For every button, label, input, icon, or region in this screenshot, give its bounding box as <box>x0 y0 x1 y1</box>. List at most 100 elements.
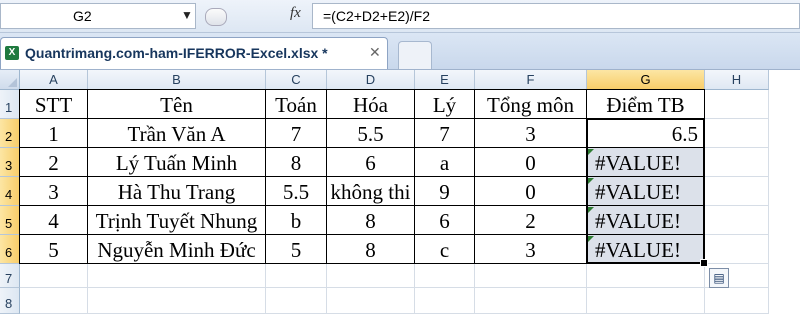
close-icon[interactable]: ✕ <box>369 44 381 61</box>
cell-h8[interactable] <box>705 288 769 314</box>
table-cell[interactable]: 8 <box>327 206 415 235</box>
row-header-7[interactable]: 7 <box>0 264 20 288</box>
column-header-d[interactable]: D <box>327 70 415 90</box>
table-cell[interactable]: Trần Văn A <box>88 119 266 148</box>
excel-file-icon: X <box>5 46 19 60</box>
table-cell[interactable]: 5 <box>266 235 327 264</box>
diem-tb-cell[interactable]: 6.5 <box>587 119 705 148</box>
formula-bar-splitter[interactable] <box>205 8 227 26</box>
table-cell[interactable]: 0 <box>475 177 587 206</box>
row-header-8[interactable]: 8 <box>0 288 20 314</box>
table-cell[interactable]: 2 <box>20 148 88 177</box>
cell-d8[interactable] <box>327 288 415 314</box>
cell-g7[interactable] <box>587 264 705 288</box>
cell-e7[interactable] <box>415 264 475 288</box>
diem-tb-cell[interactable]: #VALUE! <box>587 206 705 235</box>
cell-h2[interactable] <box>705 119 769 148</box>
table-cell[interactable]: 5.5 <box>327 119 415 148</box>
error-indicator-icon[interactable] <box>588 149 594 155</box>
table-cell[interactable]: 7 <box>266 119 327 148</box>
row-header-2[interactable]: 2 <box>0 119 20 148</box>
table-cell[interactable]: 9 <box>415 177 475 206</box>
error-indicator-icon[interactable] <box>588 178 594 184</box>
table-header-cell[interactable]: Tổng môn <box>475 90 587 119</box>
row-header-1[interactable]: 1 <box>0 90 20 119</box>
cell-h4[interactable] <box>705 177 769 206</box>
table-cell[interactable]: 3 <box>20 177 88 206</box>
table-cell[interactable]: 5 <box>20 235 88 264</box>
cell-h3[interactable] <box>705 148 769 177</box>
column-header-c[interactable]: C <box>266 70 327 90</box>
table-cell[interactable]: a <box>415 148 475 177</box>
table-cell[interactable]: 6 <box>327 148 415 177</box>
column-header-e[interactable]: E <box>415 70 475 90</box>
error-indicator-icon[interactable] <box>588 207 594 213</box>
table-header-cell[interactable]: STT <box>20 90 88 119</box>
table-cell[interactable]: 5.5 <box>266 177 327 206</box>
insert-function-button[interactable]: fx <box>290 5 301 22</box>
row-header-6[interactable]: 6 <box>0 235 20 264</box>
row-header-3[interactable]: 3 <box>0 148 20 177</box>
column-header-g[interactable]: G <box>587 70 705 90</box>
table-header-cell[interactable]: Tên <box>88 90 266 119</box>
cell-h1[interactable] <box>705 90 769 119</box>
table-header-cell[interactable]: Toán <box>266 90 327 119</box>
cell-h6[interactable] <box>705 235 769 264</box>
select-all-button[interactable] <box>0 70 20 90</box>
table-cell[interactable]: 0 <box>475 148 587 177</box>
table-cell[interactable]: 3 <box>475 119 587 148</box>
row-header-4[interactable]: 4 <box>0 177 20 206</box>
table-cell[interactable]: 6 <box>415 206 475 235</box>
cell-b8[interactable] <box>88 288 266 314</box>
chevron-down-icon[interactable]: ▼ <box>181 8 193 22</box>
cell-f8[interactable] <box>475 288 587 314</box>
paste-options-icon[interactable]: ▤ <box>709 268 729 288</box>
cell-c8[interactable] <box>266 288 327 314</box>
table-cell[interactable]: Lý Tuấn Minh <box>88 148 266 177</box>
diem-tb-cell[interactable]: #VALUE! <box>587 177 705 206</box>
table-cell[interactable]: Hà Thu Trang <box>88 177 266 206</box>
cell-g8[interactable] <box>587 288 705 314</box>
table-header-cell[interactable]: Hóa <box>327 90 415 119</box>
formula-bar: G2 ▼ fx =(C2+D2+E2)/F2 <box>0 0 800 33</box>
table-header-cell[interactable]: Lý <box>415 90 475 119</box>
table-cell[interactable]: 7 <box>415 119 475 148</box>
table-cell[interactable]: 1 <box>20 119 88 148</box>
cell-h5[interactable] <box>705 206 769 235</box>
workbook-tab-title[interactable]: Quantrimang.com-ham-IFERROR-Excel.xlsx * <box>25 45 328 61</box>
column-header-a[interactable]: A <box>20 70 88 90</box>
column-header-f[interactable]: F <box>475 70 587 90</box>
cell-b7[interactable] <box>88 264 266 288</box>
diem-tb-cell[interactable]: #VALUE! <box>587 148 705 177</box>
table-cell[interactable]: 4 <box>20 206 88 235</box>
workbook-tab[interactable]: X Quantrimang.com-ham-IFERROR-Excel.xlsx… <box>0 37 388 69</box>
new-tab-button[interactable] <box>398 41 432 69</box>
name-box[interactable]: G2 ▼ <box>0 3 196 29</box>
table-cell[interactable]: Trịnh Tuyết Nhung <box>88 206 266 235</box>
cell-a7[interactable] <box>20 264 88 288</box>
column-header-b[interactable]: B <box>88 70 266 90</box>
cell-c7[interactable] <box>266 264 327 288</box>
cell-a8[interactable] <box>20 288 88 314</box>
row-header-5[interactable]: 5 <box>0 206 20 235</box>
fill-handle[interactable] <box>700 259 708 267</box>
table-cell[interactable]: Nguyễn Minh Đức <box>88 235 266 264</box>
formula-text[interactable]: =(C2+D2+E2)/F2 <box>323 8 430 24</box>
table-cell[interactable]: 8 <box>327 235 415 264</box>
formula-input[interactable]: =(C2+D2+E2)/F2 <box>312 3 800 29</box>
diem-tb-cell[interactable]: #VALUE! <box>587 235 705 264</box>
table-cell[interactable]: 3 <box>475 235 587 264</box>
table-cell[interactable]: 2 <box>475 206 587 235</box>
workbook-tab-strip: X Quantrimang.com-ham-IFERROR-Excel.xlsx… <box>0 33 800 70</box>
table-cell[interactable]: b <box>266 206 327 235</box>
table-cell[interactable]: không thi <box>327 177 415 206</box>
column-header-h[interactable]: H <box>705 70 769 90</box>
table-header-cell[interactable]: Điểm TB <box>587 90 705 119</box>
cell-f7[interactable] <box>475 264 587 288</box>
name-box-value[interactable]: G2 <box>73 8 92 24</box>
cell-e8[interactable] <box>415 288 475 314</box>
cell-d7[interactable] <box>327 264 415 288</box>
error-indicator-icon[interactable] <box>588 236 594 242</box>
table-cell[interactable]: 8 <box>266 148 327 177</box>
table-cell[interactable]: c <box>415 235 475 264</box>
